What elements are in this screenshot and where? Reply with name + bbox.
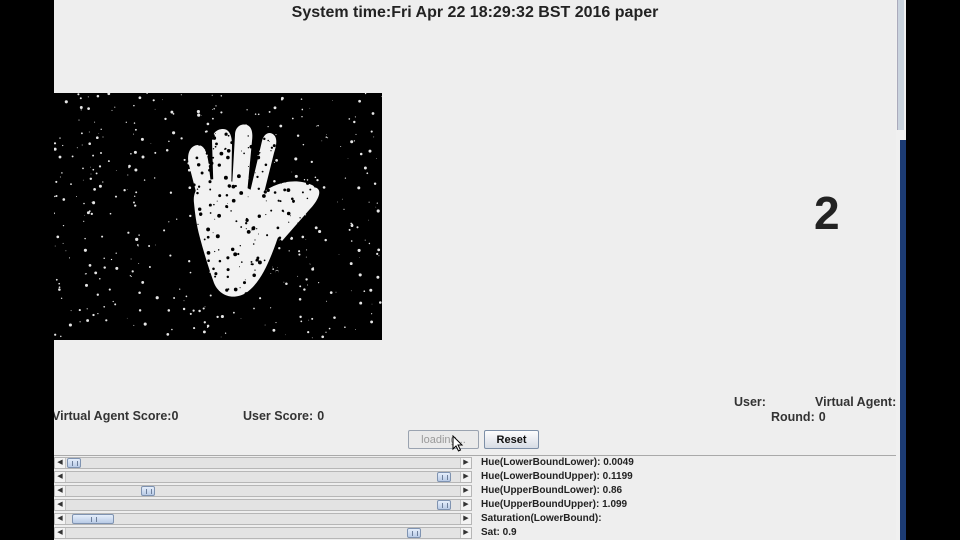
- arrow-right-icon[interactable]: ▶: [460, 500, 471, 510]
- threshold-slider[interactable]: ◀ ▶: [54, 527, 472, 539]
- arrow-right-icon[interactable]: ▶: [460, 458, 471, 468]
- displayed-gesture-number: 2: [814, 187, 840, 239]
- mouse-pointer-icon: [452, 435, 464, 452]
- threshold-slider[interactable]: ◀ ▶: [54, 499, 472, 511]
- arrow-left-icon[interactable]: ◀: [55, 458, 66, 468]
- reset-button[interactable]: Reset: [484, 430, 539, 449]
- slider-label: Sat: 0.9: [481, 527, 517, 538]
- slider-thumb[interactable]: [72, 514, 114, 524]
- slider-label: Hue(UpperBoundLower): 0.86: [481, 485, 623, 496]
- virtual-agent-choice-label: Virtual Agent:: [815, 395, 896, 409]
- slider-label: Hue(LowerBoundUpper): 0.1199: [481, 471, 633, 482]
- threshold-slider[interactable]: ◀ ▶: [54, 457, 472, 469]
- user-score-value: 0: [317, 409, 325, 423]
- slider-thumb[interactable]: [407, 528, 421, 538]
- virtual-agent-score: Virtual Agent Score:0: [54, 409, 178, 423]
- arrow-left-icon[interactable]: ◀: [55, 472, 66, 482]
- slider-thumb[interactable]: [141, 486, 155, 496]
- arrow-right-icon[interactable]: ▶: [460, 472, 471, 482]
- user-choice-label: User:: [734, 395, 766, 409]
- round-value: 0: [818, 410, 826, 424]
- user-score: User Score: 0: [243, 409, 324, 423]
- application-window: System time:Fri Apr 22 18:29:32 BST 2016…: [54, 0, 896, 540]
- round-indicator: Round: 0: [771, 410, 826, 424]
- user-score-label: User Score:: [243, 409, 314, 423]
- arrow-right-icon[interactable]: ▶: [460, 514, 471, 524]
- round-label: Round:: [771, 410, 815, 424]
- vertical-scrollbar[interactable]: [897, 0, 904, 130]
- hand-segmentation-view: [54, 93, 382, 340]
- slider-label: Saturation(LowerBound):: [481, 513, 602, 524]
- arrow-left-icon[interactable]: ◀: [55, 514, 66, 524]
- slider-thumb[interactable]: [437, 500, 451, 510]
- arrow-right-icon[interactable]: ▶: [460, 486, 471, 496]
- arrow-left-icon[interactable]: ◀: [55, 500, 66, 510]
- threshold-slider[interactable]: ◀ ▶: [54, 513, 472, 525]
- virtual-agent-score-value: 0: [171, 409, 179, 423]
- arrow-right-icon[interactable]: ▶: [460, 528, 471, 538]
- hand-image: [54, 93, 382, 340]
- slider-label: Hue(LowerBoundLower): 0.0049: [481, 457, 634, 468]
- system-time-title: System time:Fri Apr 22 18:29:32 BST 2016…: [291, 4, 659, 21]
- slider-thumb[interactable]: [67, 458, 81, 468]
- threshold-slider[interactable]: ◀ ▶: [54, 471, 472, 483]
- slider-label: Hue(UpperBoundUpper): 1.099: [481, 499, 628, 510]
- threshold-sliders-panel: ◀ ▶ Hue(LowerBoundLower): 0.0049 ◀ ▶ Hue(Lowe…: [54, 455, 896, 540]
- arrow-left-icon[interactable]: ◀: [55, 486, 66, 496]
- screen-background: [906, 0, 960, 540]
- virtual-agent-score-label: Virtual Agent Score:: [54, 409, 172, 423]
- threshold-slider[interactable]: ◀ ▶: [54, 485, 472, 497]
- slider-thumb[interactable]: [437, 472, 451, 482]
- loading-button[interactable]: loading...: [408, 430, 479, 449]
- arrow-left-icon[interactable]: ◀: [55, 528, 66, 538]
